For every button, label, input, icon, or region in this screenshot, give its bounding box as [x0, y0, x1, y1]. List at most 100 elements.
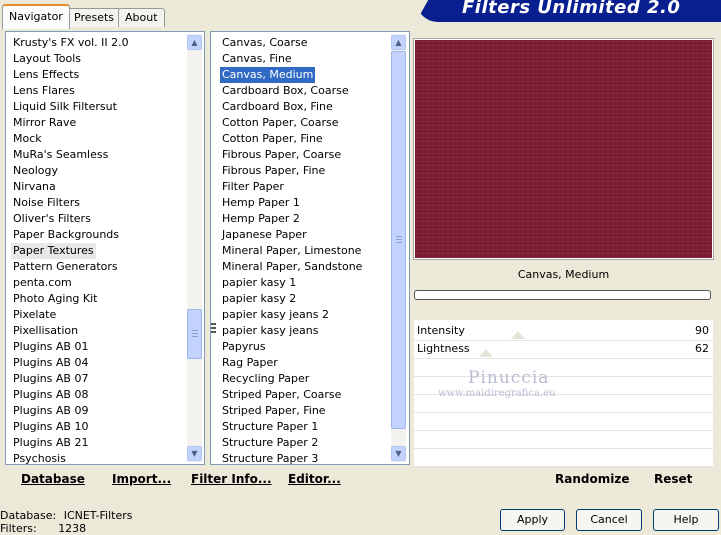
intensity-slider-marker[interactable] — [510, 331, 525, 339]
category-item[interactable]: Nirvana — [9, 179, 187, 195]
cancel-button[interactable]: Cancel — [576, 509, 642, 531]
param-row-lightness[interactable]: Lightness 62 — [414, 340, 713, 359]
tab-about[interactable]: About — [118, 8, 165, 27]
category-item[interactable]: Psychosis — [9, 451, 187, 467]
filter-item[interactable]: Structure Paper 1 — [218, 419, 390, 435]
category-item[interactable]: penta.com — [9, 275, 187, 291]
scroll-up-icon[interactable]: ▲ — [391, 35, 406, 50]
filter-item[interactable]: papier kasy jeans 2 — [218, 307, 390, 323]
category-item-label: Plugins AB 10 — [13, 420, 89, 433]
category-item[interactable]: Mock — [9, 131, 187, 147]
filter-item[interactable]: Filter Paper — [218, 179, 390, 195]
scroll-thumb[interactable] — [187, 309, 202, 359]
category-item[interactable]: Liquid Silk Filtersut — [9, 99, 187, 115]
category-item[interactable]: Pixelate — [9, 307, 187, 323]
database-button[interactable]: Database — [21, 472, 85, 486]
filter-item[interactable]: Cardboard Box, Coarse — [218, 83, 390, 99]
category-scrollbar[interactable]: ▲ ▼ — [187, 34, 202, 462]
filter-info-button[interactable]: Filter Info... — [191, 472, 272, 486]
filter-item[interactable]: Canvas, Coarse — [218, 35, 390, 51]
scroll-up-icon[interactable]: ▲ — [187, 35, 202, 50]
import-button[interactable]: Import... — [112, 472, 171, 486]
category-item-label: Krusty's FX vol. II 2.0 — [13, 36, 129, 49]
category-item[interactable]: Lens Effects — [9, 67, 187, 83]
category-item[interactable]: Pixellisation — [9, 323, 187, 339]
param-row-empty — [414, 358, 713, 377]
category-list: Krusty's FX vol. II 2.0 Layout Tools Lens … — [9, 35, 187, 467]
filter-item[interactable]: Striped Paper, Coarse — [218, 387, 390, 403]
filter-item[interactable]: Hemp Paper 2 — [218, 211, 390, 227]
filter-item[interactable]: Fibrous Paper, Coarse — [218, 147, 390, 163]
category-item[interactable]: Plugins AB 21 — [9, 435, 187, 451]
filter-item[interactable]: Cardboard Box, Fine — [218, 99, 390, 115]
filter-item[interactable]: Mineral Paper, Limestone — [218, 243, 390, 259]
filter-item-label: papier kasy jeans 2 — [222, 308, 329, 321]
category-item[interactable]: Paper Backgrounds — [9, 227, 187, 243]
filter-item[interactable]: Hemp Paper 1 — [218, 195, 390, 211]
filter-item-label: Filter Paper — [222, 180, 284, 193]
preview-image[interactable] — [415, 40, 712, 258]
scroll-down-icon[interactable]: ▼ — [187, 446, 202, 461]
filter-item[interactable]: Recycling Paper — [218, 371, 390, 387]
status-filters: Filters: 1238 — [0, 522, 86, 535]
drag-handle-icon[interactable] — [211, 323, 216, 335]
category-item[interactable]: Neology — [9, 163, 187, 179]
category-item[interactable]: Paper Textures — [9, 243, 187, 259]
filter-item-label: Recycling Paper — [222, 372, 310, 385]
category-item[interactable]: Oliver's Filters — [9, 211, 187, 227]
filter-item-label: Cotton Paper, Fine — [222, 132, 323, 145]
filter-item[interactable]: Mineral Paper, Sandstone — [218, 259, 390, 275]
filter-item[interactable]: Japanese Paper — [218, 227, 390, 243]
apply-button[interactable]: Apply — [500, 509, 565, 531]
category-item[interactable]: Plugins AB 04 — [9, 355, 187, 371]
param-row-intensity[interactable]: Intensity 90 — [414, 322, 713, 341]
reset-button[interactable]: Reset — [654, 472, 692, 486]
category-item[interactable]: Lens Flares — [9, 83, 187, 99]
category-item[interactable]: Noise Filters — [9, 195, 187, 211]
category-item[interactable]: Pattern Generators — [9, 259, 187, 275]
category-item[interactable]: Plugins AB 09 — [9, 403, 187, 419]
tab-navigator[interactable]: Navigator — [2, 4, 70, 29]
filter-item[interactable]: Structure Paper 3 — [218, 451, 390, 467]
filter-item-label: Canvas, Medium — [220, 67, 316, 83]
filter-item[interactable]: Canvas, Medium — [218, 67, 390, 83]
filter-item[interactable]: papier kasy 1 — [218, 275, 390, 291]
filter-item[interactable]: papier kasy 2 — [218, 291, 390, 307]
scroll-thumb[interactable] — [391, 51, 406, 429]
filter-item[interactable]: Cotton Paper, Coarse — [218, 115, 390, 131]
filter-item[interactable]: papier kasy jeans — [218, 323, 390, 339]
editor-button[interactable]: Editor... — [288, 472, 341, 486]
category-item[interactable]: Photo Aging Kit — [9, 291, 187, 307]
category-item[interactable]: Plugins AB 10 — [9, 419, 187, 435]
randomize-button[interactable]: Randomize — [555, 472, 629, 486]
category-item[interactable]: Mirror Rave — [9, 115, 187, 131]
category-item[interactable]: Plugins AB 08 — [9, 387, 187, 403]
filter-item[interactable]: Structure Paper 2 — [218, 435, 390, 451]
category-item[interactable]: Layout Tools — [9, 51, 187, 67]
filter-scrollbar[interactable]: ▲ ▼ — [391, 34, 406, 462]
filter-item[interactable]: Canvas, Fine — [218, 51, 390, 67]
filter-item-label: papier kasy 1 — [222, 276, 297, 289]
category-item[interactable]: Plugins AB 01 — [9, 339, 187, 355]
param-label: Lightness — [417, 342, 470, 355]
category-item-label: Plugins AB 21 — [13, 436, 89, 449]
help-button[interactable]: Help — [653, 509, 719, 531]
category-item-label: Paper Backgrounds — [13, 228, 120, 241]
category-item[interactable]: Plugins AB 07 — [9, 371, 187, 387]
category-item-label: Mirror Rave — [13, 116, 77, 129]
lightness-slider-marker[interactable] — [479, 349, 494, 357]
filter-item[interactable]: Papyrus — [218, 339, 390, 355]
filter-item[interactable]: Rag Paper — [218, 355, 390, 371]
category-item[interactable]: MuRa's Seamless — [9, 147, 187, 163]
status-database: Database: ICNET-Filters — [0, 509, 132, 522]
category-panel: Krusty's FX vol. II 2.0 Layout Tools Lens … — [5, 31, 205, 465]
scroll-down-icon[interactable]: ▼ — [391, 446, 406, 461]
filter-item-label: Striped Paper, Fine — [222, 404, 326, 417]
filter-item[interactable]: Striped Paper, Fine — [218, 403, 390, 419]
param-row-empty — [414, 430, 713, 449]
filter-item[interactable]: Cotton Paper, Fine — [218, 131, 390, 147]
filter-item[interactable]: Fibrous Paper, Fine — [218, 163, 390, 179]
category-item[interactable]: Krusty's FX vol. II 2.0 — [9, 35, 187, 51]
tab-presets[interactable]: Presets — [67, 8, 122, 27]
filter-item-label: Structure Paper 1 — [222, 420, 319, 433]
